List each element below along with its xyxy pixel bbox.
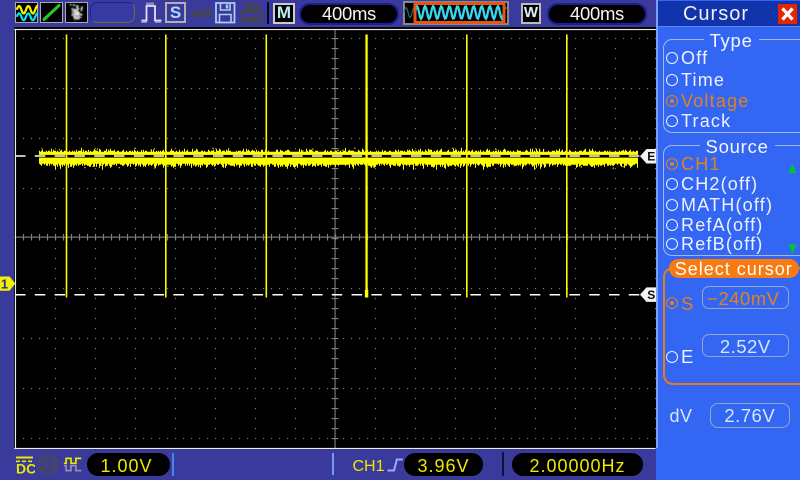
svg-text:1: 1: [1, 276, 8, 291]
svg-text:DC: DC: [16, 461, 35, 477]
svg-text:S: S: [647, 288, 655, 302]
svg-text:20: 20: [41, 458, 56, 473]
svg-text:E: E: [647, 150, 655, 164]
